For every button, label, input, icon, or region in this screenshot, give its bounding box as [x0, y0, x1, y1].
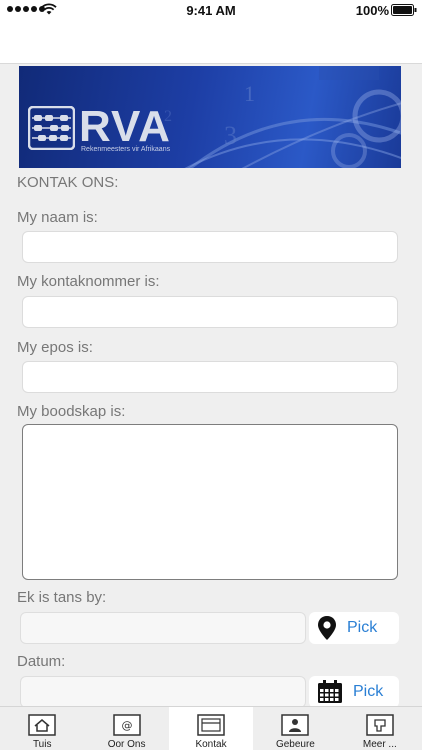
tab-label: Kontak [195, 739, 227, 750]
date-label: Datum: [17, 653, 66, 670]
navigation-bar [0, 20, 422, 64]
battery-percentage: 100% [355, 3, 389, 18]
contact-page: 1 3 2 RVA Rekenmeesters vir Afrikaans KO… [0, 64, 422, 706]
home-icon [28, 714, 56, 736]
abacus-logo-icon [28, 106, 75, 150]
location-input[interactable] [20, 612, 306, 644]
svg-text:@: @ [121, 719, 132, 732]
location-pick-button[interactable]: Pick [309, 612, 399, 644]
tab-meer[interactable]: Meer ... [338, 707, 422, 750]
rva-banner: 1 3 2 RVA Rekenmeesters vir Afrikaans [19, 66, 401, 168]
banner-title: RVA [79, 102, 171, 151]
date-input[interactable] [20, 676, 306, 706]
tab-label: Meer ... [362, 739, 397, 750]
map-pin-icon [318, 616, 336, 640]
status-bar: 9:41 AM 100% [0, 0, 422, 20]
date-pick-button[interactable]: Pick [309, 676, 399, 706]
tab-bar: Tuis @ Oor Ons Kontak Gebeure Meer ... [0, 706, 422, 750]
more-icon [366, 714, 394, 736]
banner-decoration: 1 3 2 [164, 66, 401, 168]
name-input[interactable] [22, 231, 398, 263]
phone-label: My kontaknommer is: [17, 273, 160, 290]
location-pick-label: Pick [347, 619, 378, 636]
message-textarea[interactable] [22, 424, 398, 580]
contact-card-icon [197, 714, 225, 736]
svg-text:1: 1 [244, 81, 255, 106]
tab-oor-ons[interactable]: @ Oor Ons [84, 707, 168, 750]
location-label: Ek is tans by: [17, 589, 107, 606]
battery-icon [391, 4, 417, 16]
tab-label: Tuis [32, 739, 52, 750]
calendar-icon [318, 680, 342, 703]
banner-subtitle: Rekenmeesters vir Afrikaans [81, 146, 171, 153]
svg-text:3: 3 [224, 121, 237, 150]
tab-tuis[interactable]: Tuis [0, 707, 84, 750]
tab-label: Gebeure [275, 739, 315, 750]
page-title: KONTAK ONS: [17, 174, 119, 191]
at-sign-icon: @ [112, 714, 141, 736]
person-badge-icon [281, 714, 310, 736]
phone-input[interactable] [22, 296, 398, 328]
name-label: My naam is: [17, 209, 98, 226]
email-input[interactable] [22, 361, 398, 393]
message-label: My boodskap is: [17, 403, 126, 420]
tab-gebeure[interactable]: Gebeure [253, 707, 337, 750]
date-pick-label: Pick [353, 683, 384, 700]
tab-label: Oor Ons [107, 739, 146, 750]
email-label: My epos is: [17, 339, 93, 356]
tab-kontak[interactable]: Kontak [168, 707, 254, 750]
